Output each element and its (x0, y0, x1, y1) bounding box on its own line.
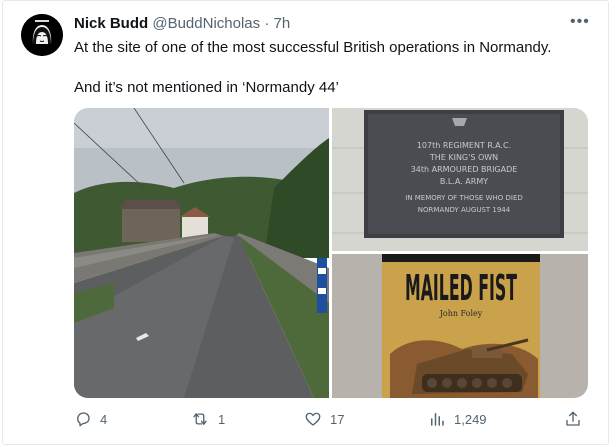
plaque-line-4: B.L.A. ARMY (440, 177, 488, 186)
avatar[interactable] (21, 14, 63, 56)
media-grid: 107th REGIMENT R.A.C. THE KING'S OWN 34t… (74, 108, 588, 398)
views-button[interactable]: 1,249 (428, 410, 487, 428)
photo-bridge[interactable] (74, 108, 329, 398)
share-icon (566, 411, 580, 426)
meta-separator: · (264, 15, 270, 32)
more-horizontal-icon[interactable]: ••• (570, 13, 590, 31)
plaque-line-3: 34th ARMOURED BRIGADE (411, 165, 518, 174)
plaque-line-6: NORMANDY AUGUST 1944 (418, 206, 511, 214)
tweet-time[interactable]: 7h (274, 15, 291, 32)
like-button[interactable]: 17 (304, 410, 344, 428)
reply-count: 4 (100, 411, 108, 427)
plaque-line-5: IN MEMORY OF THOSE WHO DIED (405, 194, 523, 202)
photo-book-cover[interactable]: MAILED FIST John Foley (332, 254, 588, 398)
author-name[interactable]: Nick Budd (74, 15, 148, 32)
tweet-header: Nick Budd @BuddNicholas · 7h (74, 14, 290, 34)
share-button[interactable] (564, 410, 582, 428)
photo-plaque[interactable]: 107th REGIMENT R.A.C. THE KING'S OWN 34t… (332, 108, 588, 251)
like-count: 17 (330, 411, 345, 427)
heart-icon (305, 412, 321, 426)
tweet-text-line-2: And it’s not mentioned in ‘Normandy 44’ (74, 79, 339, 96)
repost-count: 1 (218, 411, 226, 427)
repost-button[interactable]: 1 (190, 410, 225, 428)
tweet-actions: 4 1 17 1,249 (74, 410, 594, 434)
reply-icon (77, 412, 90, 427)
analytics-icon (431, 413, 444, 426)
author-handle[interactable]: @BuddNicholas (152, 15, 260, 32)
repost-icon (193, 413, 207, 425)
view-count: 1,249 (454, 411, 487, 427)
book-author: John Foley (439, 309, 483, 318)
plaque-line-2: THE KING'S OWN (429, 153, 498, 162)
tweet-text-line-1: At the site of one of the most successfu… (74, 39, 552, 56)
reply-button[interactable]: 4 (74, 410, 107, 428)
plaque-line-1: 107th REGIMENT R.A.C. (417, 141, 511, 150)
book-title: MAILED FIST (405, 268, 517, 309)
